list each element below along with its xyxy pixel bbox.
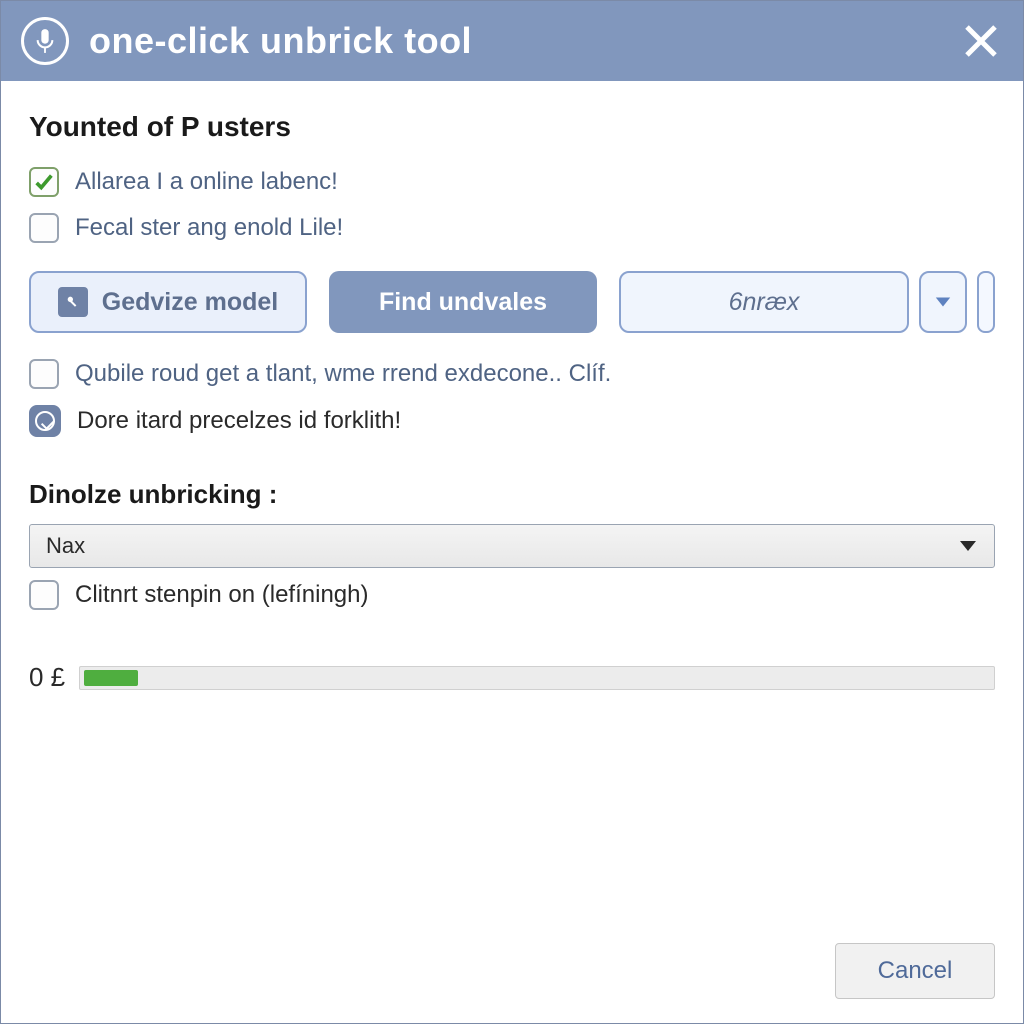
select-button[interactable]: 6nræx [619, 271, 909, 333]
window-title: one-click unbrick tool [89, 20, 959, 62]
unbricking-dropdown-value: Nax [46, 533, 85, 559]
progress-row: 0 £ [29, 662, 995, 693]
button-row: Gedvize model Find undvales 6nræx [29, 271, 995, 333]
cancel-button[interactable]: Cancel [835, 943, 995, 999]
unbricking-dropdown[interactable]: Nax [29, 524, 995, 568]
key-icon-box [58, 287, 88, 317]
checkbox-online[interactable] [29, 167, 59, 197]
checkbox-qubile[interactable] [29, 359, 59, 389]
microphone-icon [34, 27, 56, 55]
progress-bar [79, 666, 995, 690]
select-dropdown-button[interactable] [919, 271, 967, 333]
devize-model-label: Gedvize model [102, 288, 278, 317]
section2-heading: Dinolze unbricking : [29, 479, 995, 510]
checkmark-icon [33, 171, 55, 193]
checkbox-dore-label: Dore itard precelzes id forklith! [77, 407, 401, 435]
key-icon [65, 294, 81, 310]
checkbox-enold-label: Fecal ster ang enold Lile! [75, 214, 343, 242]
devize-model-button[interactable]: Gedvize model [29, 271, 307, 333]
close-button[interactable] [959, 19, 1003, 63]
select-extra-handle[interactable] [977, 271, 995, 333]
select-button-label: 6nræx [729, 288, 800, 317]
checkbox-qubile-label: Qubile roud get a tlant, wme rrend exdec… [75, 360, 611, 388]
dialog-body: Younted of P usters Allarea I a online l… [1, 81, 1023, 1023]
checkbox-stenpin-label: Clitnrt stenpin on (lefíningh) [75, 581, 368, 609]
titlebar: one-click unbrick tool [1, 1, 1023, 81]
checkbox-stenpin[interactable] [29, 580, 59, 610]
checkbox-dore[interactable] [29, 405, 61, 437]
app-icon [21, 17, 69, 65]
footer: Cancel [835, 943, 995, 999]
find-undvales-label: Find undvales [379, 288, 547, 317]
app-window: one-click unbrick tool Younted of P uste… [0, 0, 1024, 1024]
check-row-stenpin[interactable]: Clitnrt stenpin on (lefíningh) [29, 580, 995, 610]
cancel-button-label: Cancel [878, 957, 953, 985]
section1-heading: Younted of P usters [29, 111, 995, 143]
checkbox-online-label: Allarea I a online labenc! [75, 168, 338, 196]
checkbox-enold[interactable] [29, 213, 59, 243]
progress-fill [84, 670, 138, 686]
check-row-dore[interactable]: Dore itard precelzes id forklith! [29, 405, 995, 437]
chevron-down-icon [958, 539, 978, 553]
check-row-qubile[interactable]: Qubile roud get a tlant, wme rrend exdec… [29, 359, 995, 389]
check-row-enold[interactable]: Fecal ster ang enold Lile! [29, 213, 995, 243]
chevron-down-icon [934, 295, 952, 309]
close-icon [961, 21, 1001, 61]
check-row-online[interactable]: Allarea I a online labenc! [29, 167, 995, 197]
find-undvales-button[interactable]: Find undvales [329, 271, 597, 333]
progress-label: 0 £ [29, 662, 65, 693]
select-group: 6nræx [619, 271, 995, 333]
